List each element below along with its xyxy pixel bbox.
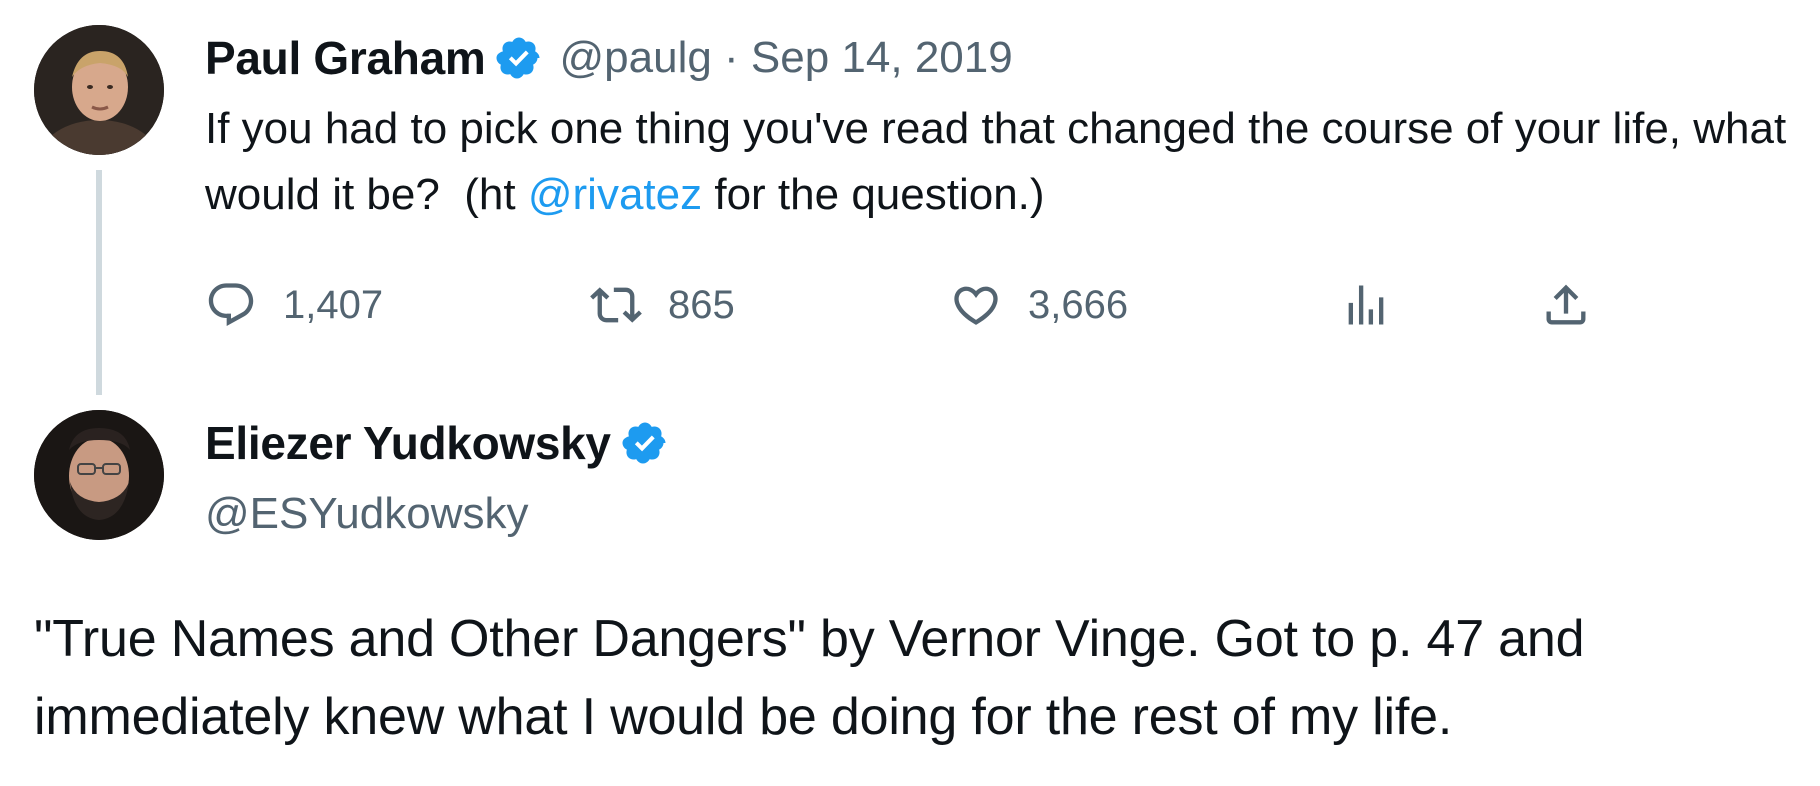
analytics-button[interactable] bbox=[1340, 270, 1392, 340]
tweet-text: If you had to pick one thing you've read… bbox=[205, 96, 1805, 228]
reply-author-name[interactable]: Eliezer Yudkowsky bbox=[205, 416, 611, 470]
reply-header: Eliezer Yudkowsky bbox=[205, 405, 685, 481]
tweet-text-end: for the question.) bbox=[702, 170, 1045, 219]
reply-text: "True Names and Other Dangers" by Vernor… bbox=[34, 610, 1585, 746]
author-name[interactable]: Paul Graham bbox=[205, 31, 486, 85]
share-button[interactable] bbox=[1540, 270, 1592, 340]
reply-count: 1,407 bbox=[283, 282, 384, 327]
reply-icon bbox=[205, 279, 257, 331]
analytics-icon bbox=[1340, 279, 1392, 331]
tweet-header: Paul Graham @paulg · Sep 14, 2019 bbox=[205, 22, 1805, 94]
meta-separator: · bbox=[711, 33, 751, 82]
tweet-date[interactable]: Sep 14, 2019 bbox=[751, 33, 1013, 83]
like-count: 3,666 bbox=[1028, 282, 1129, 327]
share-icon bbox=[1540, 279, 1592, 331]
verified-badge-icon bbox=[621, 419, 669, 467]
author-handle[interactable]: @paulg bbox=[559, 33, 711, 83]
reply-author[interactable]: Eliezer Yudkowsky @ESYudkowsky bbox=[205, 405, 685, 547]
retweet-icon bbox=[590, 279, 642, 331]
heart-icon bbox=[950, 279, 1002, 331]
profile-photo-icon bbox=[34, 410, 164, 540]
retweet-count: 865 bbox=[668, 282, 735, 327]
retweet-button[interactable]: 865 bbox=[590, 270, 735, 340]
profile-photo-icon bbox=[34, 25, 164, 155]
eliezer-yudkowsky-avatar[interactable] bbox=[34, 410, 164, 540]
thread-connector-line bbox=[96, 170, 102, 395]
paul-graham-avatar[interactable] bbox=[34, 25, 164, 155]
reply-author-handle[interactable]: @ESYudkowsky bbox=[205, 481, 685, 547]
original-tweet[interactable]: Paul Graham @paulg · Sep 14, 2019 If you… bbox=[205, 22, 1805, 228]
reply-button[interactable]: 1,407 bbox=[205, 270, 383, 340]
like-button[interactable]: 3,666 bbox=[950, 270, 1128, 340]
mention-link[interactable]: @rivatez bbox=[528, 170, 702, 219]
tweet-actions-bar: 1,407 865 3,666 bbox=[205, 270, 1605, 340]
verified-badge-icon bbox=[495, 34, 543, 82]
